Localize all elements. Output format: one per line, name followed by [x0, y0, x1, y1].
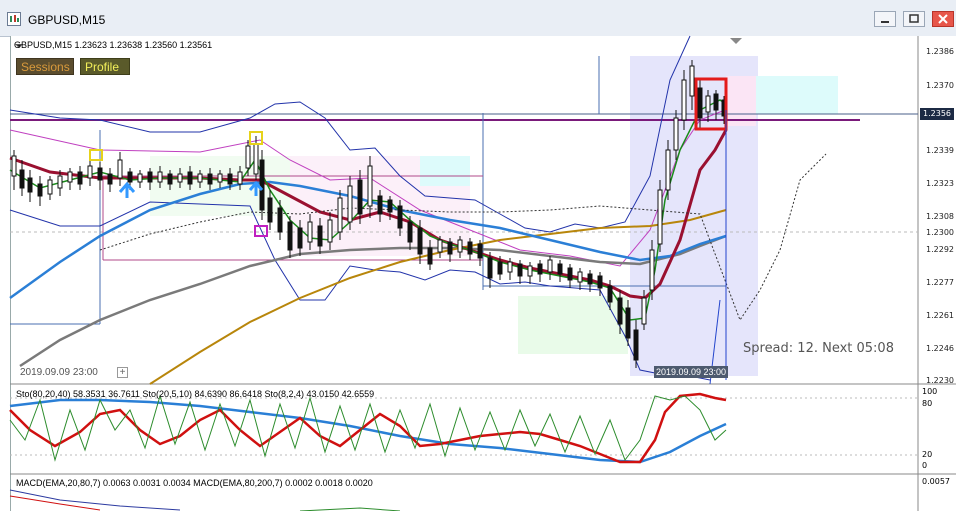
spread-text: Spread: 12. Next 05:08 [743, 341, 894, 356]
current-price-box: 1.2356 [920, 108, 954, 120]
chart-info-line: GBPUSD,M15 1.23623 1.23638 1.23560 1.235… [14, 40, 213, 50]
macd-level-label: 0.0057 [922, 477, 950, 486]
stoch-fast-green [9, 394, 727, 462]
price-axis-label: 1.2386 [926, 47, 954, 56]
session-zone-cyan-2 [420, 156, 470, 186]
price-axis-label: 1.2300 [926, 228, 954, 237]
price-axis-label: 1.2323 [926, 179, 954, 188]
macd-legend: MACD(EMA,20,80,7) 0.0063 0.0031 0.0034 M… [16, 478, 373, 488]
sessions-button[interactable]: Sessions [16, 58, 74, 75]
profile-button[interactable]: Profile [80, 58, 130, 75]
stoch-legend: Sto(80,20,40) 58.3531 36.7611 Sto(20,5,1… [16, 389, 375, 399]
time-label: 2019.09.09 23:00 [20, 367, 98, 378]
session-zone-green [518, 296, 628, 354]
price-axis-label: 1.2277 [926, 278, 954, 287]
price-axis-label: 1.2308 [926, 212, 954, 221]
stoch-level-label: 100 [922, 387, 938, 396]
add-button[interactable]: + [117, 367, 128, 378]
price-axis-label: 1.2246 [926, 344, 954, 353]
price-chart-svg [9, 35, 956, 511]
price-axis-label: 1.2261 [926, 311, 954, 320]
price-axis-label: 1.2370 [926, 81, 954, 90]
marker-magenta [254, 225, 268, 237]
cursor-time-tag: 2019.09.09 23:00 [654, 366, 728, 378]
session-zone-pink [726, 76, 756, 126]
stoch-mid-red [9, 392, 727, 464]
buy-arrow-icon [118, 181, 136, 198]
stoch-level-label: 0 [922, 461, 928, 470]
price-axis-label: 1.2339 [926, 146, 954, 155]
price-axis-label: 1.2230 [926, 376, 954, 385]
stoch-level-label: 20 [922, 450, 933, 459]
stoch-level-label: 80 [922, 399, 933, 408]
chart-shift-marker-icon [730, 38, 742, 44]
price-axis-label: 1.2292 [926, 245, 954, 254]
